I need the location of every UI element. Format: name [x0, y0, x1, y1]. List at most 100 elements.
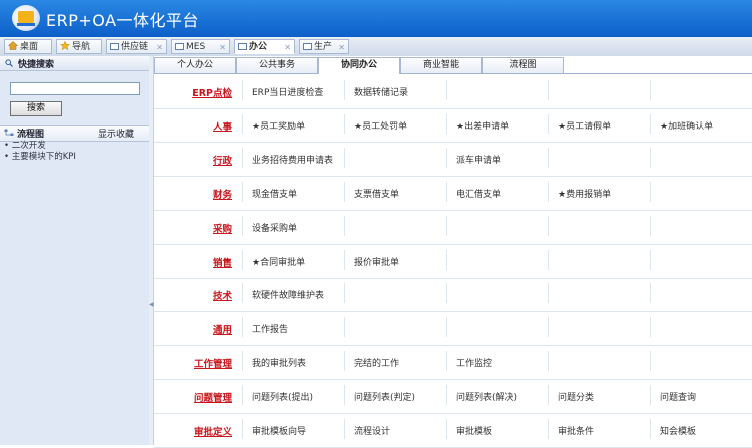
quick-search-header[interactable]: 快捷搜索: [0, 56, 149, 71]
search-input[interactable]: [10, 82, 140, 95]
function-row: 审批定义 审批模板向导 流程设计 审批模板 审批条件 知会模板: [154, 413, 752, 448]
function-link[interactable]: ★加班确认单: [660, 119, 713, 132]
function-link[interactable]: 问题查询: [660, 390, 696, 403]
main-tab-4[interactable]: 办公 ✕: [234, 39, 295, 54]
function-link[interactable]: 知会模板: [660, 424, 696, 437]
cell-divider: [446, 215, 447, 236]
cell-divider: [344, 215, 345, 236]
cell-divider: [242, 283, 243, 304]
function-row: 工作管理 我的审批列表 完结的工作 工作监控: [154, 345, 752, 381]
collapse-arrow-icon[interactable]: ◀: [149, 301, 154, 308]
cell-divider: [242, 419, 243, 439]
cell-divider: [446, 249, 447, 270]
app-header: ERP+OA一体化平台: [0, 0, 752, 37]
function-link[interactable]: 支票借支单: [354, 187, 399, 200]
cell-divider: [242, 317, 243, 338]
function-link[interactable]: 工作报告: [252, 322, 288, 335]
function-link[interactable]: 电汇借支单: [456, 187, 501, 200]
close-tab-icon[interactable]: ✕: [219, 40, 226, 55]
category-link[interactable]: 问题管理: [154, 390, 232, 404]
function-link[interactable]: 问题列表(提出): [252, 390, 313, 403]
left-sidebar: 快捷搜索 搜索 流程图 显示收藏 • 二次开发 • 主要模块下的KPI: [0, 56, 150, 445]
main-tab-label: 生产: [314, 42, 333, 52]
function-row: 财务 现金借支单 支票借支单 电汇借支单 ★费用报销单: [154, 176, 752, 211]
function-link[interactable]: 审批模板向导: [252, 424, 306, 437]
cell-divider: [344, 317, 345, 338]
flow-chart-header[interactable]: 流程图 显示收藏: [0, 125, 149, 142]
function-link[interactable]: 工作监控: [456, 356, 492, 369]
category-link[interactable]: 通用: [154, 322, 232, 336]
category-link[interactable]: 行政: [154, 153, 232, 167]
show-favorites-link[interactable]: 显示收藏: [98, 127, 134, 140]
cell-divider: [446, 113, 447, 134]
cell-divider: [242, 147, 243, 168]
cell-divider: [446, 351, 447, 372]
category-link[interactable]: ERP点检: [154, 85, 232, 99]
main-content: 个人办公 公共事务 协同办公 商业智能 流程图 ERP点检 ERP当日进度检查 数据转储记录…: [154, 56, 752, 448]
sub-tab-4[interactable]: 流程图: [482, 57, 564, 73]
cell-divider: [650, 80, 651, 100]
function-link[interactable]: ★费用报销单: [558, 187, 611, 200]
category-link[interactable]: 人事: [154, 119, 232, 133]
category-link[interactable]: 工作管理: [154, 356, 232, 370]
main-tab-3[interactable]: MES ✕: [171, 39, 230, 54]
cell-divider: [650, 317, 651, 338]
function-link[interactable]: 派车申请单: [456, 153, 501, 166]
sub-tab-1[interactable]: 公共事务: [236, 57, 318, 73]
main-tab-1[interactable]: 导航: [56, 39, 102, 54]
function-row: 技术 软硬件故障维护表: [154, 277, 752, 313]
function-link[interactable]: 审批条件: [558, 424, 594, 437]
function-link[interactable]: ★员工请假单: [558, 119, 611, 132]
function-link[interactable]: ★员工处罚单: [354, 119, 407, 132]
function-row: 问题管理 问题列表(提出) 问题列表(判定) 问题列表(解决) 问题分类 问题查询: [154, 379, 752, 415]
flow-list: • 二次开发 • 主要模块下的KPI: [0, 141, 149, 163]
cell-divider: [242, 181, 243, 202]
close-tab-icon[interactable]: ✕: [156, 40, 163, 55]
function-link[interactable]: 我的审批列表: [252, 356, 306, 369]
function-link[interactable]: 审批模板: [456, 424, 492, 437]
function-link[interactable]: ★员工奖励单: [252, 119, 305, 132]
cell-divider: [650, 385, 651, 406]
sub-tab-0[interactable]: 个人办公: [154, 57, 236, 73]
category-link[interactable]: 销售: [154, 255, 232, 269]
cell-divider: [344, 283, 345, 304]
close-tab-icon[interactable]: ✕: [284, 40, 291, 55]
sub-tab-bar: 个人办公 公共事务 协同办公 商业智能 流程图: [154, 56, 752, 74]
sub-tab-3[interactable]: 商业智能: [400, 57, 482, 73]
flow-item[interactable]: • 主要模块下的KPI: [0, 152, 149, 163]
search-button[interactable]: 搜索: [10, 101, 62, 116]
category-link[interactable]: 审批定义: [154, 424, 232, 438]
category-link[interactable]: 财务: [154, 187, 232, 201]
function-link[interactable]: 业务招待费用申请表: [252, 153, 333, 166]
function-link[interactable]: ★出差申请单: [456, 119, 509, 132]
cell-divider: [650, 215, 651, 236]
sub-tab-2[interactable]: 协同办公: [318, 57, 400, 74]
function-link[interactable]: 流程设计: [354, 424, 390, 437]
function-link[interactable]: 数据转储记录: [354, 85, 408, 98]
function-link[interactable]: 问题分类: [558, 390, 594, 403]
function-link[interactable]: 设备采购单: [252, 221, 297, 234]
quick-search-title: 快捷搜索: [18, 60, 55, 70]
cell-divider: [650, 249, 651, 270]
function-link[interactable]: ★合同审批单: [252, 255, 305, 268]
main-tab-0[interactable]: 桌面: [4, 39, 52, 54]
category-link[interactable]: 技术: [154, 288, 232, 302]
close-tab-icon[interactable]: ✕: [338, 40, 345, 55]
main-tab-5[interactable]: 生产 ✕: [299, 39, 349, 54]
cell-divider: [446, 181, 447, 202]
cell-divider: [242, 80, 243, 100]
function-link[interactable]: 报价审批单: [354, 255, 399, 268]
category-link[interactable]: 采购: [154, 221, 232, 235]
flow-item[interactable]: • 二次开发: [0, 141, 149, 152]
window-icon: [110, 43, 119, 50]
function-link[interactable]: 问题列表(解决): [456, 390, 517, 403]
function-link[interactable]: 完结的工作: [354, 356, 399, 369]
function-link[interactable]: 软硬件故障维护表: [252, 288, 324, 301]
cell-divider: [344, 113, 345, 134]
function-link[interactable]: 现金借支单: [252, 187, 297, 200]
function-link[interactable]: 问题列表(判定): [354, 390, 415, 403]
cell-divider: [548, 283, 549, 304]
main-tab-label: 办公: [249, 42, 268, 52]
function-link[interactable]: ERP当日进度检查: [252, 85, 323, 98]
main-tab-2[interactable]: 供应链 ✕: [106, 39, 167, 54]
